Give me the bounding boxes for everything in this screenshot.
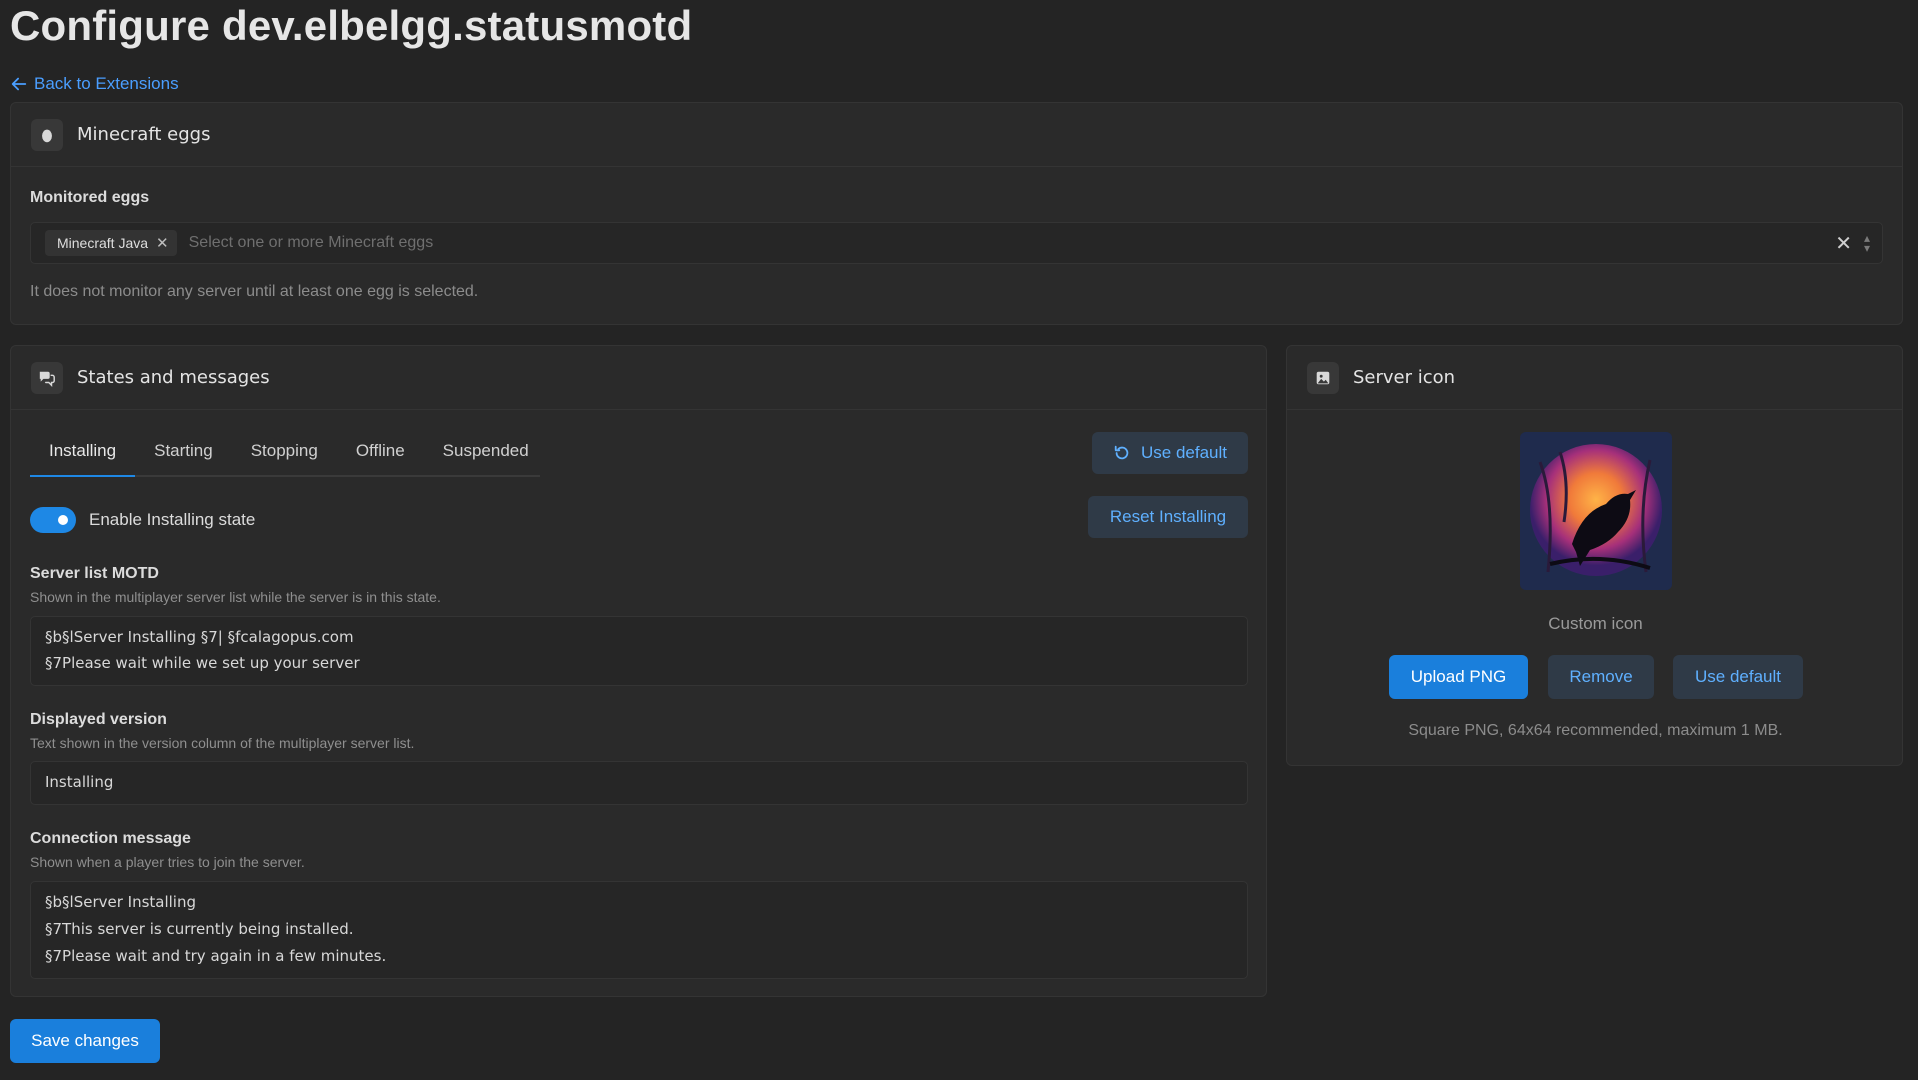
reset-arrow-icon (1114, 445, 1129, 460)
save-changes-label: Save changes (31, 1031, 139, 1050)
minecraft-eggs-card: Minecraft eggs Monitored eggs Minecraft … (10, 102, 1903, 325)
monitored-eggs-label: Monitored eggs (30, 189, 150, 206)
icon-card-title: Server icon (1353, 367, 1456, 388)
version-label: Displayed version (30, 711, 167, 728)
egg-chip-label: Minecraft Java (57, 235, 149, 251)
use-default-icon-button[interactable]: Use default (1673, 655, 1803, 699)
eggs-card-header: Minecraft eggs (11, 103, 1902, 167)
connection-field-header: Connection message Shown when a player t… (30, 830, 305, 870)
motd-textarea[interactable]: §b§lServer Installing §7| §fcalagopus.co… (30, 616, 1248, 686)
icon-caption: Custom icon (1548, 614, 1643, 633)
connection-line-1: §b§lServer Installing (45, 893, 196, 911)
egg-icon (31, 118, 63, 151)
use-default-state-button[interactable]: Use default (1092, 432, 1248, 474)
arrow-left-icon (11, 77, 27, 91)
eggs-card-title: Minecraft eggs (77, 124, 211, 145)
upload-png-button[interactable]: Upload PNG (1389, 655, 1528, 699)
connection-label: Connection message (30, 830, 191, 847)
enable-state-label: Enable Installing state (89, 510, 256, 529)
server-icon-card: Server icon Custom icon Upload PNG Remov… (1286, 345, 1903, 766)
motd-line-2: §7Please wait while we set up your serve… (45, 654, 360, 672)
version-value: Installing (45, 773, 114, 791)
back-link-label: Back to Extensions (34, 74, 179, 93)
states-card-header: States and messages (11, 346, 1266, 410)
enable-state-toggle[interactable] (30, 507, 76, 533)
states-card-title: States and messages (77, 367, 270, 388)
tab-starting[interactable]: Starting (135, 433, 232, 475)
upload-png-label: Upload PNG (1410, 667, 1507, 686)
icon-hint: Square PNG, 64x64 recommended, maximum 1… (1408, 722, 1783, 739)
use-default-state-label: Use default (1141, 443, 1227, 462)
icon-card-header: Server icon (1287, 346, 1902, 410)
version-help: Text shown in the version column of the … (30, 735, 415, 751)
version-field-header: Displayed version Text shown in the vers… (30, 711, 414, 751)
remove-icon-label: Remove (1569, 667, 1633, 686)
connection-textarea[interactable]: §b§lServer Installing §7This server is c… (30, 881, 1248, 979)
motd-field-header: Server list MOTD Shown in the multiplaye… (30, 565, 441, 605)
use-default-icon-label: Use default (1695, 667, 1781, 686)
egg-multiselect[interactable]: Minecraft Java ✕ Select one or more Mine… (30, 222, 1883, 264)
connection-line-3: §7Please wait and try again in a few min… (45, 947, 387, 965)
motd-help: Shown in the multiplayer server list whi… (30, 589, 441, 605)
tab-stopping[interactable]: Stopping (232, 433, 337, 475)
tab-installing[interactable]: Installing (30, 433, 136, 477)
reset-installing-button[interactable]: Reset Installing (1088, 496, 1248, 538)
page-title: Configure dev.elbelgg.statusmotd (10, 2, 693, 49)
image-icon (1307, 361, 1339, 394)
tab-suspended[interactable]: Suspended (424, 433, 548, 475)
connection-line-2: §7This server is currently being install… (45, 920, 354, 938)
chat-bubbles-icon (31, 361, 63, 394)
chevron-updown-icon[interactable]: ▴ ▾ (1864, 232, 1870, 254)
motd-line-1: §b§lServer Installing §7| §fcalagopus.co… (45, 628, 354, 646)
egg-search-input[interactable]: Select one or more Minecraft eggs (189, 234, 1836, 252)
remove-chip-icon[interactable]: ✕ (156, 234, 169, 252)
clear-selection-icon[interactable]: ✕ (1835, 231, 1852, 256)
version-input[interactable]: Installing (30, 761, 1248, 805)
connection-help: Shown when a player tries to join the se… (30, 854, 305, 870)
states-messages-card: States and messages Installing Starting … (10, 345, 1267, 997)
motd-label: Server list MOTD (30, 565, 159, 582)
egg-chip-minecraft-java: Minecraft Java ✕ (45, 230, 177, 256)
server-icon-preview (1520, 432, 1672, 590)
reset-installing-label: Reset Installing (1109, 507, 1227, 526)
tab-offline[interactable]: Offline (337, 433, 424, 475)
eggs-help: It does not monitor any server until at … (30, 283, 479, 300)
state-tabs: Installing Starting Stopping Offline Sus… (30, 433, 540, 477)
remove-icon-button[interactable]: Remove (1548, 655, 1654, 699)
save-changes-button[interactable]: Save changes (10, 1019, 160, 1063)
raven-moon-image (1520, 432, 1672, 590)
back-to-extensions-link[interactable]: Back to Extensions (10, 74, 179, 94)
